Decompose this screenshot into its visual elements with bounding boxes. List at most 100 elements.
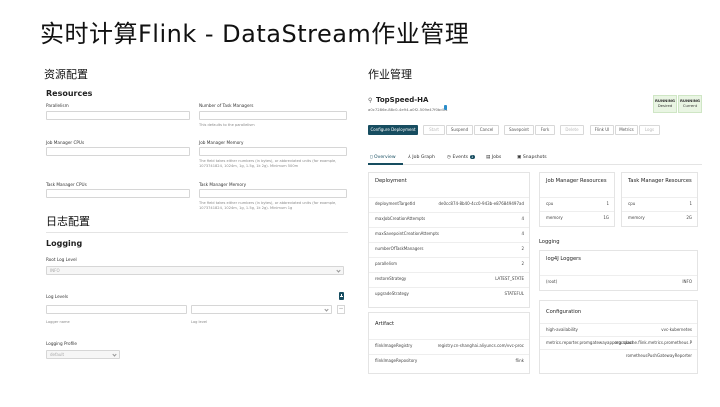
resources-title: Resources <box>46 89 93 98</box>
tab-overview[interactable]: ▯ Overview <box>370 155 396 160</box>
table-row: parallelism 2 <box>369 257 529 269</box>
table-row: memory 1G <box>540 211 614 223</box>
log-level-select[interactable] <box>191 305 332 314</box>
jm-memory-input[interactable] <box>199 147 347 156</box>
logger-name-input[interactable] <box>46 305 187 314</box>
logs-button[interactable]: Logs <box>639 125 660 135</box>
row-key: cpu <box>546 201 554 206</box>
table-row: memory 2G <box>622 211 697 223</box>
plus-icon[interactable] <box>339 292 344 300</box>
row-key: numberOfTaskManagers <box>375 246 424 251</box>
row-value: flink <box>515 358 524 363</box>
row-value: 1G <box>603 215 609 220</box>
tab-snapshots[interactable]: ▣ Snapshots <box>517 155 547 160</box>
parallelism-label: Parallelism <box>46 103 69 108</box>
delete-button[interactable]: Delete <box>560 125 584 135</box>
row-key: maxJobCreationAttempts <box>375 216 426 221</box>
row-value: 4 <box>521 216 524 221</box>
root-log-level-value: INFO <box>50 268 60 273</box>
row-key: memory <box>546 215 563 220</box>
row-value: org.apache.flink.metrics.prometheus.P <box>614 340 693 345</box>
row-value: 1 <box>606 201 609 206</box>
row-key: memory <box>628 215 645 220</box>
row-value: STATEFUL <box>504 291 524 296</box>
row-key: high-availability <box>546 327 578 332</box>
start-button[interactable]: Start <box>423 125 445 135</box>
log4j-panel: log4J Loggers (root) INFO <box>539 250 698 291</box>
tm-resources-panel: Task Manager Resources cpu 1 memory 2G <box>621 172 698 227</box>
tm-memory-input[interactable] <box>199 189 347 198</box>
events-count-badge: 1 <box>469 155 475 159</box>
slide-title: 实时计算Flink - DataStream作业管理 <box>40 20 470 48</box>
jm-cpus-label: Job Manager CPUs <box>46 140 85 145</box>
table-row: flinkImageRegistry registry.cn-shanghai.a… <box>369 339 529 351</box>
tm-resources-title: Task Manager Resources <box>628 178 692 184</box>
row-value: vvc-kubernetes <box>661 327 692 332</box>
flink-ui-button[interactable]: Flink UI <box>590 125 614 135</box>
table-row: metrics.reporter.promgatewayappmgr.class… <box>540 336 697 348</box>
parallelism-input[interactable] <box>46 111 190 120</box>
resources-section-heading: 资源配置 <box>44 68 88 81</box>
status-badge-desired: RUNNING Desired <box>653 95 677 113</box>
log-levels-label: Log Levels <box>46 294 69 299</box>
configuration-title: Configuration <box>546 309 582 315</box>
job-section-heading: 作业管理 <box>368 68 412 81</box>
row-key: restoreStrategy <box>375 276 407 281</box>
jm-cpus-input[interactable] <box>46 147 190 156</box>
root-log-level-label: Root Log Level <box>46 257 77 262</box>
row-key: flinkImageRegistry <box>375 343 413 348</box>
tm-memory-hint: The field takes either numbers (in bytes… <box>199 201 337 210</box>
fork-button[interactable]: Fork <box>535 125 555 135</box>
table-row: restoreStrategy LATEST_STATE <box>369 272 529 284</box>
tm-cpus-input[interactable] <box>46 189 190 198</box>
row-value: LATEST_STATE <box>495 276 524 281</box>
table-row: upgradeStrategy STATEFUL <box>369 287 529 299</box>
suspend-button[interactable]: Suspend <box>446 125 473 135</box>
row-value: de0cc874-8b40-4cc0-943b-e876849497ad <box>438 201 524 206</box>
table-row: cpu 1 <box>540 197 614 209</box>
table-row: deploymentTargetId de0cc874-8b40-4cc0-943… <box>369 197 529 209</box>
tm-cpus-label: Task Manager CPUs <box>46 182 87 187</box>
deployment-panel: Deployment deploymentTargetId de0cc874-8b… <box>368 172 530 308</box>
logger-name-hint: Logger name <box>46 320 70 324</box>
row-value: rometheusPushGatewayReporter <box>625 353 692 358</box>
row-key: (root) <box>546 279 558 284</box>
logging-title: Logging <box>46 239 83 248</box>
logging-profile-value: default <box>50 352 65 357</box>
logging-profile-select[interactable]: default <box>46 350 120 359</box>
tab-job-graph[interactable]: ⅄ Job Graph <box>408 155 435 160</box>
tab-jobs[interactable]: ▤ Jobs <box>486 155 501 160</box>
jm-memory-hint: The field takes either numbers (in bytes… <box>199 159 337 168</box>
logging-section-heading: 日志配置 <box>46 215 90 228</box>
task-managers-label: Number of Task Managers <box>199 103 254 108</box>
savepoint-button[interactable]: Savepoint <box>504 125 534 135</box>
root-log-level-select[interactable]: INFO <box>46 266 344 275</box>
row-key: deploymentTargetId <box>375 201 416 206</box>
metrics-button[interactable]: Metrics <box>615 125 638 135</box>
row-key: upgradeStrategy <box>375 291 409 296</box>
cancel-button[interactable]: Cancel <box>474 125 499 135</box>
tm-memory-label: Task Manager Memory <box>199 182 247 187</box>
table-row: maxJobCreationAttempts 4 <box>369 212 529 224</box>
configure-deployment-button[interactable]: Configure Deployment <box>368 125 418 135</box>
row-value: 1 <box>689 201 692 206</box>
copy-icon[interactable] <box>444 105 447 110</box>
task-managers-input[interactable] <box>199 111 347 120</box>
chevron-down-icon <box>112 352 117 357</box>
table-row: rometheusPushGatewayReporter <box>540 349 697 361</box>
chevron-down-icon <box>324 307 329 312</box>
artifact-panel: Artifact flinkImageRegistry registry.cn-s… <box>368 312 530 374</box>
row-value: 2 <box>521 246 524 251</box>
chevron-down-icon <box>336 268 341 273</box>
job-id: a0c7286e-88c0-4e94-a0f2-509e47f0bd04 <box>368 107 448 112</box>
row-value: 2G <box>686 215 692 220</box>
table-row: cpu 1 <box>622 197 697 209</box>
tab-events[interactable]: ◷ Events 1 <box>447 155 475 160</box>
row-value: 2 <box>521 261 524 266</box>
job-name: TopSpeed-HA <box>376 96 429 104</box>
table-row: (root) INFO <box>540 275 697 287</box>
log4j-title: log4J Loggers <box>546 256 581 262</box>
minus-icon[interactable]: − <box>337 305 345 314</box>
row-key: cpu <box>628 201 636 206</box>
table-row: high-availability vvc-kubernetes <box>540 323 697 335</box>
